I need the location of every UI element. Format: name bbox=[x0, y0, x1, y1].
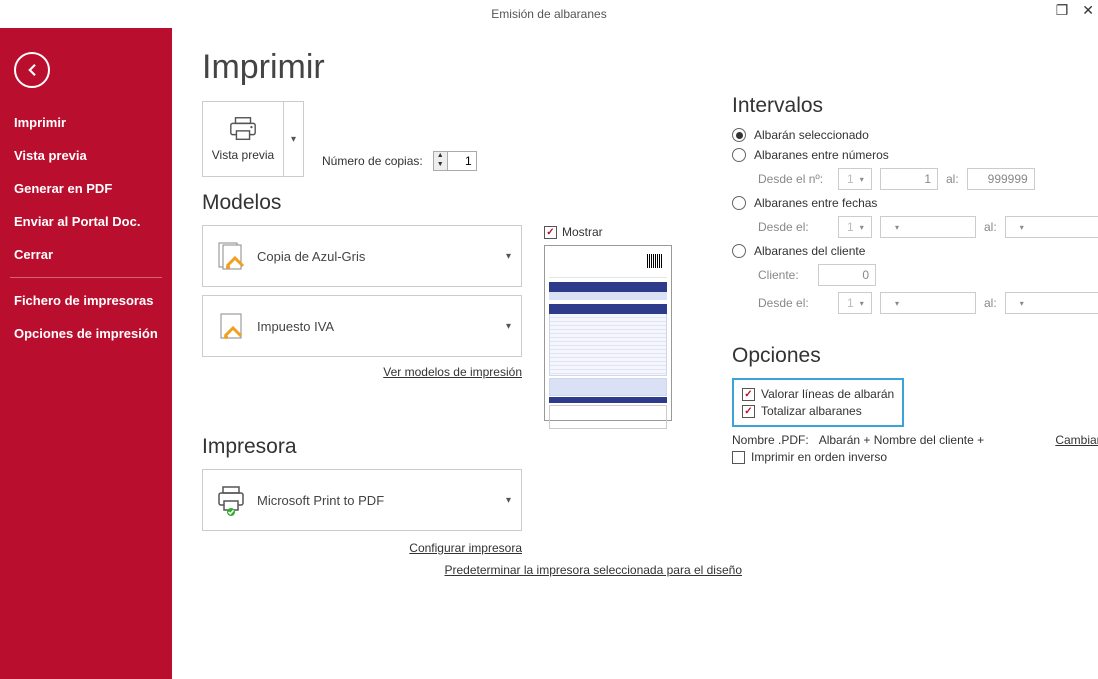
link-configurar-impresora[interactable]: Configurar impresora bbox=[409, 541, 522, 555]
copies-input[interactable] bbox=[448, 152, 476, 170]
al-num-label: al: bbox=[946, 172, 959, 186]
radio-entre-numeros-label: Albaranes entre números bbox=[754, 148, 889, 162]
pdf-name-label: Nombre .PDF: bbox=[732, 433, 809, 447]
cliente-serie-select[interactable]: 1▾ bbox=[838, 292, 872, 314]
sidebar-item-enviar-portal[interactable]: Enviar al Portal Doc. bbox=[0, 205, 172, 238]
desde-num-label: Desde el nº: bbox=[758, 172, 830, 186]
cliente-hasta-fecha[interactable]: ▾ bbox=[1005, 292, 1098, 314]
radio-albaran-seleccionado-label: Albarán seleccionado bbox=[754, 128, 869, 142]
radio-del-cliente[interactable] bbox=[732, 244, 746, 258]
copies-down-icon[interactable]: ▼ bbox=[434, 161, 447, 170]
copies-label: Número de copias: bbox=[322, 154, 423, 168]
copies-up-icon[interactable]: ▲ bbox=[434, 152, 447, 161]
sidebar-item-generar-pdf[interactable]: Generar en PDF bbox=[0, 172, 172, 205]
window-title: Emisión de albaranes bbox=[491, 7, 606, 21]
cliente-al-label: al: bbox=[984, 296, 997, 310]
intervalos-heading: Intervalos bbox=[732, 94, 1098, 118]
window-close-icon[interactable]: ✕ bbox=[1082, 2, 1094, 19]
checkbox-valorar[interactable] bbox=[742, 388, 755, 401]
link-cambiar[interactable]: Cambiar bbox=[1055, 433, 1098, 447]
checkbox-totalizar-label: Totalizar albaranes bbox=[761, 404, 862, 418]
sidebar-item-imprimir[interactable]: Imprimir bbox=[0, 106, 172, 139]
cliente-label: Cliente: bbox=[758, 268, 810, 282]
serie-fecha-select[interactable]: 1▾ bbox=[838, 216, 872, 238]
mostrar-checkbox[interactable] bbox=[544, 226, 557, 239]
cliente-desde-fecha[interactable]: ▾ bbox=[880, 292, 976, 314]
al-fecha-label: al: bbox=[984, 220, 997, 234]
model-select-1[interactable]: Copia de Azul-Gris ▾ bbox=[202, 225, 522, 287]
vista-previa-label: Vista previa bbox=[212, 148, 274, 162]
pdf-name-value: Albarán + Nombre del cliente + bbox=[819, 433, 984, 447]
model-2-label: Impuesto IVA bbox=[257, 319, 506, 334]
vista-previa-button[interactable]: Vista previa bbox=[203, 102, 283, 176]
printer-label: Microsoft Print to PDF bbox=[257, 493, 506, 508]
sidebar-item-cerrar[interactable]: Cerrar bbox=[0, 238, 172, 271]
arrow-left-icon bbox=[23, 61, 41, 79]
page-title: Imprimir bbox=[202, 48, 712, 87]
chevron-down-icon: ▾ bbox=[506, 251, 511, 262]
radio-del-cliente-label: Albaranes del cliente bbox=[754, 244, 865, 258]
cliente-input[interactable] bbox=[818, 264, 876, 286]
opciones-heading: Opciones bbox=[732, 344, 1098, 368]
sidebar-item-fichero-impresoras[interactable]: Fichero de impresoras bbox=[0, 284, 172, 317]
hasta-fecha-select[interactable]: ▾ bbox=[1005, 216, 1098, 238]
cliente-desde-label: Desde el: bbox=[758, 296, 830, 310]
serie-num-select[interactable]: 1▾ bbox=[838, 168, 872, 190]
chevron-down-icon: ▾ bbox=[506, 321, 511, 332]
model-select-2[interactable]: Impuesto IVA ▾ bbox=[202, 295, 522, 357]
sidebar: Imprimir Vista previa Generar en PDF Env… bbox=[0, 28, 172, 679]
preview-thumbnail[interactable] bbox=[544, 245, 672, 421]
document-icon bbox=[215, 310, 247, 342]
link-ver-modelos[interactable]: Ver modelos de impresión bbox=[383, 365, 522, 379]
radio-entre-fechas[interactable] bbox=[732, 196, 746, 210]
desde-num-input[interactable] bbox=[880, 168, 938, 190]
checkbox-inverso[interactable] bbox=[732, 451, 745, 464]
printer-icon bbox=[228, 116, 258, 142]
checkbox-valorar-label: Valorar líneas de albarán bbox=[761, 387, 894, 401]
sidebar-item-vista-previa[interactable]: Vista previa bbox=[0, 139, 172, 172]
model-1-label: Copia de Azul-Gris bbox=[257, 249, 506, 264]
mostrar-label: Mostrar bbox=[562, 225, 603, 239]
radio-entre-numeros[interactable] bbox=[732, 148, 746, 162]
desde-fecha-label: Desde el: bbox=[758, 220, 830, 234]
vista-previa-dropdown[interactable]: ▾ bbox=[283, 102, 303, 176]
vista-previa-split-button: Vista previa ▾ bbox=[202, 101, 304, 177]
printer-select[interactable]: Microsoft Print to PDF ▾ bbox=[202, 469, 522, 531]
sidebar-separator bbox=[10, 277, 162, 278]
opciones-highlight: Valorar líneas de albarán Totalizar alba… bbox=[732, 378, 904, 427]
checkbox-inverso-label: Imprimir en orden inverso bbox=[751, 450, 887, 464]
checkbox-totalizar[interactable] bbox=[742, 405, 755, 418]
window-restore-icon[interactable]: ❐ bbox=[1056, 2, 1069, 19]
sidebar-item-opciones-impresion[interactable]: Opciones de impresión bbox=[0, 317, 172, 350]
copies-stepper[interactable]: ▲ ▼ bbox=[433, 151, 477, 171]
chevron-down-icon: ▾ bbox=[506, 495, 511, 506]
modelos-heading: Modelos bbox=[202, 191, 712, 215]
radio-albaran-seleccionado[interactable] bbox=[732, 128, 746, 142]
title-bar: Emisión de albaranes ❐ ✕ bbox=[0, 0, 1098, 28]
back-button[interactable] bbox=[14, 52, 50, 88]
link-predeterminar-impresora[interactable]: Predeterminar la impresora seleccionada … bbox=[445, 563, 743, 577]
impresora-heading: Impresora bbox=[202, 435, 712, 459]
printer-ok-icon bbox=[215, 484, 247, 516]
hasta-num-input[interactable] bbox=[967, 168, 1035, 190]
document-icon bbox=[215, 240, 247, 272]
radio-entre-fechas-label: Albaranes entre fechas bbox=[754, 196, 877, 210]
desde-fecha-select[interactable]: ▾ bbox=[880, 216, 976, 238]
